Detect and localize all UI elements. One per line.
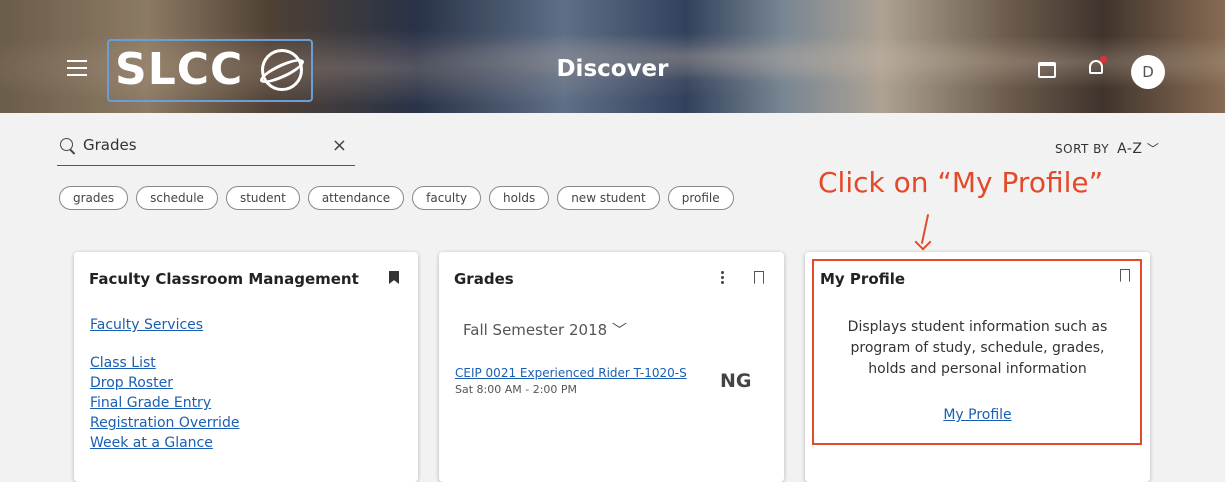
header-banner: SLCC Discover D [0,0,1225,113]
chip-faculty[interactable]: faculty [412,186,482,210]
my-profile-card: My Profile Displays student information … [805,252,1150,482]
link-week-at-a-glance[interactable]: Week at a Glance [90,435,239,451]
bookmark-icon[interactable] [754,271,764,284]
card-description: Displays student information such as pro… [847,319,1108,377]
sort-control[interactable]: SORT BY A-Z ﹀ [1055,140,1159,157]
card-title: My Profile [820,270,906,288]
more-options-icon[interactable] [721,271,724,286]
link-drop-roster[interactable]: Drop Roster [90,375,239,391]
search-icon [60,138,73,151]
chevron-down-icon: ﹀ [1146,142,1160,156]
annotation-callout: Click on “My Profile” [818,166,1104,199]
chip-schedule[interactable]: schedule [136,186,218,210]
card-title: Grades [454,270,514,288]
bookmark-filled-icon[interactable] [389,271,399,284]
clear-search-icon[interactable]: × [332,135,347,156]
search-input[interactable] [81,135,325,155]
card-title: Faculty Classroom Management [89,270,359,288]
semester-select[interactable]: Fall Semester 2018 ﹀ [463,319,627,340]
grades-card: Grades Fall Semester 2018 ﹀ CEIP 0021 Ex… [439,252,784,482]
chip-new-student[interactable]: new student [557,186,660,210]
chip-student[interactable]: student [225,186,300,210]
link-class-list[interactable]: Class List [90,355,239,371]
chip-holds[interactable]: holds [489,186,550,210]
chevron-down-icon: ﹀ [611,321,627,339]
avatar[interactable]: D [1131,55,1165,89]
course-grade: NG [720,370,752,392]
chip-attendance[interactable]: attendance [307,186,405,210]
annotation-arrow-icon [914,214,932,251]
chip-grades[interactable]: grades [59,186,129,210]
search-bar[interactable]: × [57,133,355,166]
chip-profile[interactable]: profile [667,186,734,210]
link-faculty-services[interactable]: Faculty Services [90,317,239,333]
link-registration-override[interactable]: Registration Override [90,415,239,431]
notification-dot [1100,56,1107,63]
link-final-grade-entry[interactable]: Final Grade Entry [90,395,239,411]
filter-chips: grades schedule student attendance facul… [59,186,734,210]
calendar-icon[interactable] [1038,62,1056,78]
my-profile-link[interactable]: My Profile [943,407,1011,423]
course-time: Sat 8:00 AM - 2:00 PM [455,383,578,396]
faculty-classroom-card: Faculty Classroom Management Faculty Ser… [74,252,418,482]
course-link[interactable]: CEIP 0021 Experienced Rider T-1020-S [455,366,687,380]
notification-bell-icon[interactable] [1089,56,1107,76]
